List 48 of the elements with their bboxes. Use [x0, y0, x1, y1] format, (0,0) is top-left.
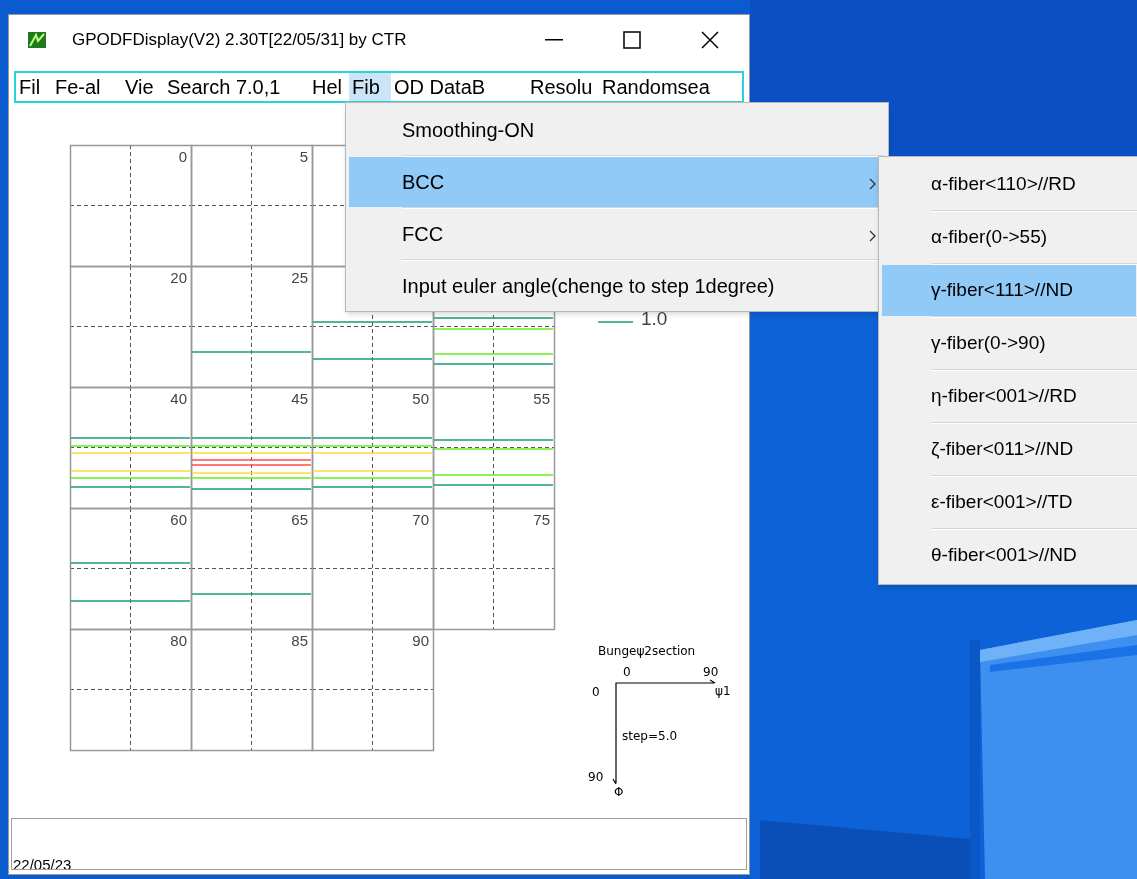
menu-bar-item[interactable]: Fe-al	[52, 73, 122, 101]
section-label: 50	[412, 390, 429, 407]
menu-bar-item[interactable]: Vie	[122, 73, 164, 101]
close-icon	[701, 31, 719, 49]
menu-bar-item[interactable]: Resolu	[527, 73, 599, 101]
section-label: 90	[412, 632, 429, 649]
step-label: step=5.0	[622, 729, 678, 743]
submenu-item[interactable]: γ-fiber<111>//ND	[882, 265, 1136, 316]
menu-bar-item[interactable]: Fib	[349, 73, 391, 101]
section-label: 25	[291, 269, 308, 286]
menu-bar-item[interactable]: Randomsea	[599, 73, 742, 101]
minimize-icon	[545, 39, 563, 41]
legend-label: 1.0	[641, 308, 668, 329]
submenu-item[interactable]: α-fiber<110>//RD	[882, 159, 1136, 210]
menu-bar-item[interactable]: Fil	[16, 73, 52, 101]
submenu-item[interactable]: η-fiber<001>//RD	[882, 371, 1136, 422]
menu-bar-item[interactable]: Hel	[309, 73, 349, 101]
axis-key-title: Bungeψ2section	[598, 644, 696, 658]
section-label: 80	[170, 632, 187, 649]
section-label: 70	[412, 511, 429, 528]
section-label: 5	[299, 148, 308, 165]
section-label: 20	[170, 269, 187, 286]
axis-name: Φ	[614, 785, 624, 799]
menu-bar-item[interactable]: OD DataB	[391, 73, 527, 101]
section-label: 75	[533, 511, 550, 528]
section-label: 65	[291, 511, 308, 528]
axis-tick-label: 90	[588, 770, 604, 784]
section-label: 60	[170, 511, 187, 528]
axis-tick-label: 0	[592, 685, 600, 699]
section-label: 0	[178, 148, 187, 165]
section-label: 45	[291, 390, 308, 407]
section-label: 85	[291, 632, 308, 649]
submenu-item[interactable]: α-fiber(0->55)	[882, 212, 1136, 263]
axis-tick-label: 0	[623, 665, 631, 679]
submenu-item[interactable]: θ-fiber<001>//ND	[882, 530, 1136, 581]
maximize-icon	[623, 31, 641, 49]
window-title: GPODFDisplay(V2) 2.30T[22/05/31] by CTR	[72, 29, 407, 52]
submenu-item[interactable]: γ-fiber(0->90)	[882, 318, 1136, 369]
axis-name: ψ1	[715, 684, 731, 698]
menu-bar-item[interactable]: Search 7.0,1	[164, 73, 309, 101]
submenu-item[interactable]: ζ-fiber<011>//ND	[882, 424, 1136, 475]
section-label: 40	[170, 390, 187, 407]
section-label: 55	[533, 390, 550, 407]
menu-item[interactable]: Smoothing-ON	[349, 105, 885, 155]
app-icon	[28, 32, 46, 48]
submenu-item[interactable]: ε-fiber<001>//TD	[882, 477, 1136, 528]
axis-tick-label: 90	[703, 665, 719, 679]
legend-line	[597, 321, 634, 323]
